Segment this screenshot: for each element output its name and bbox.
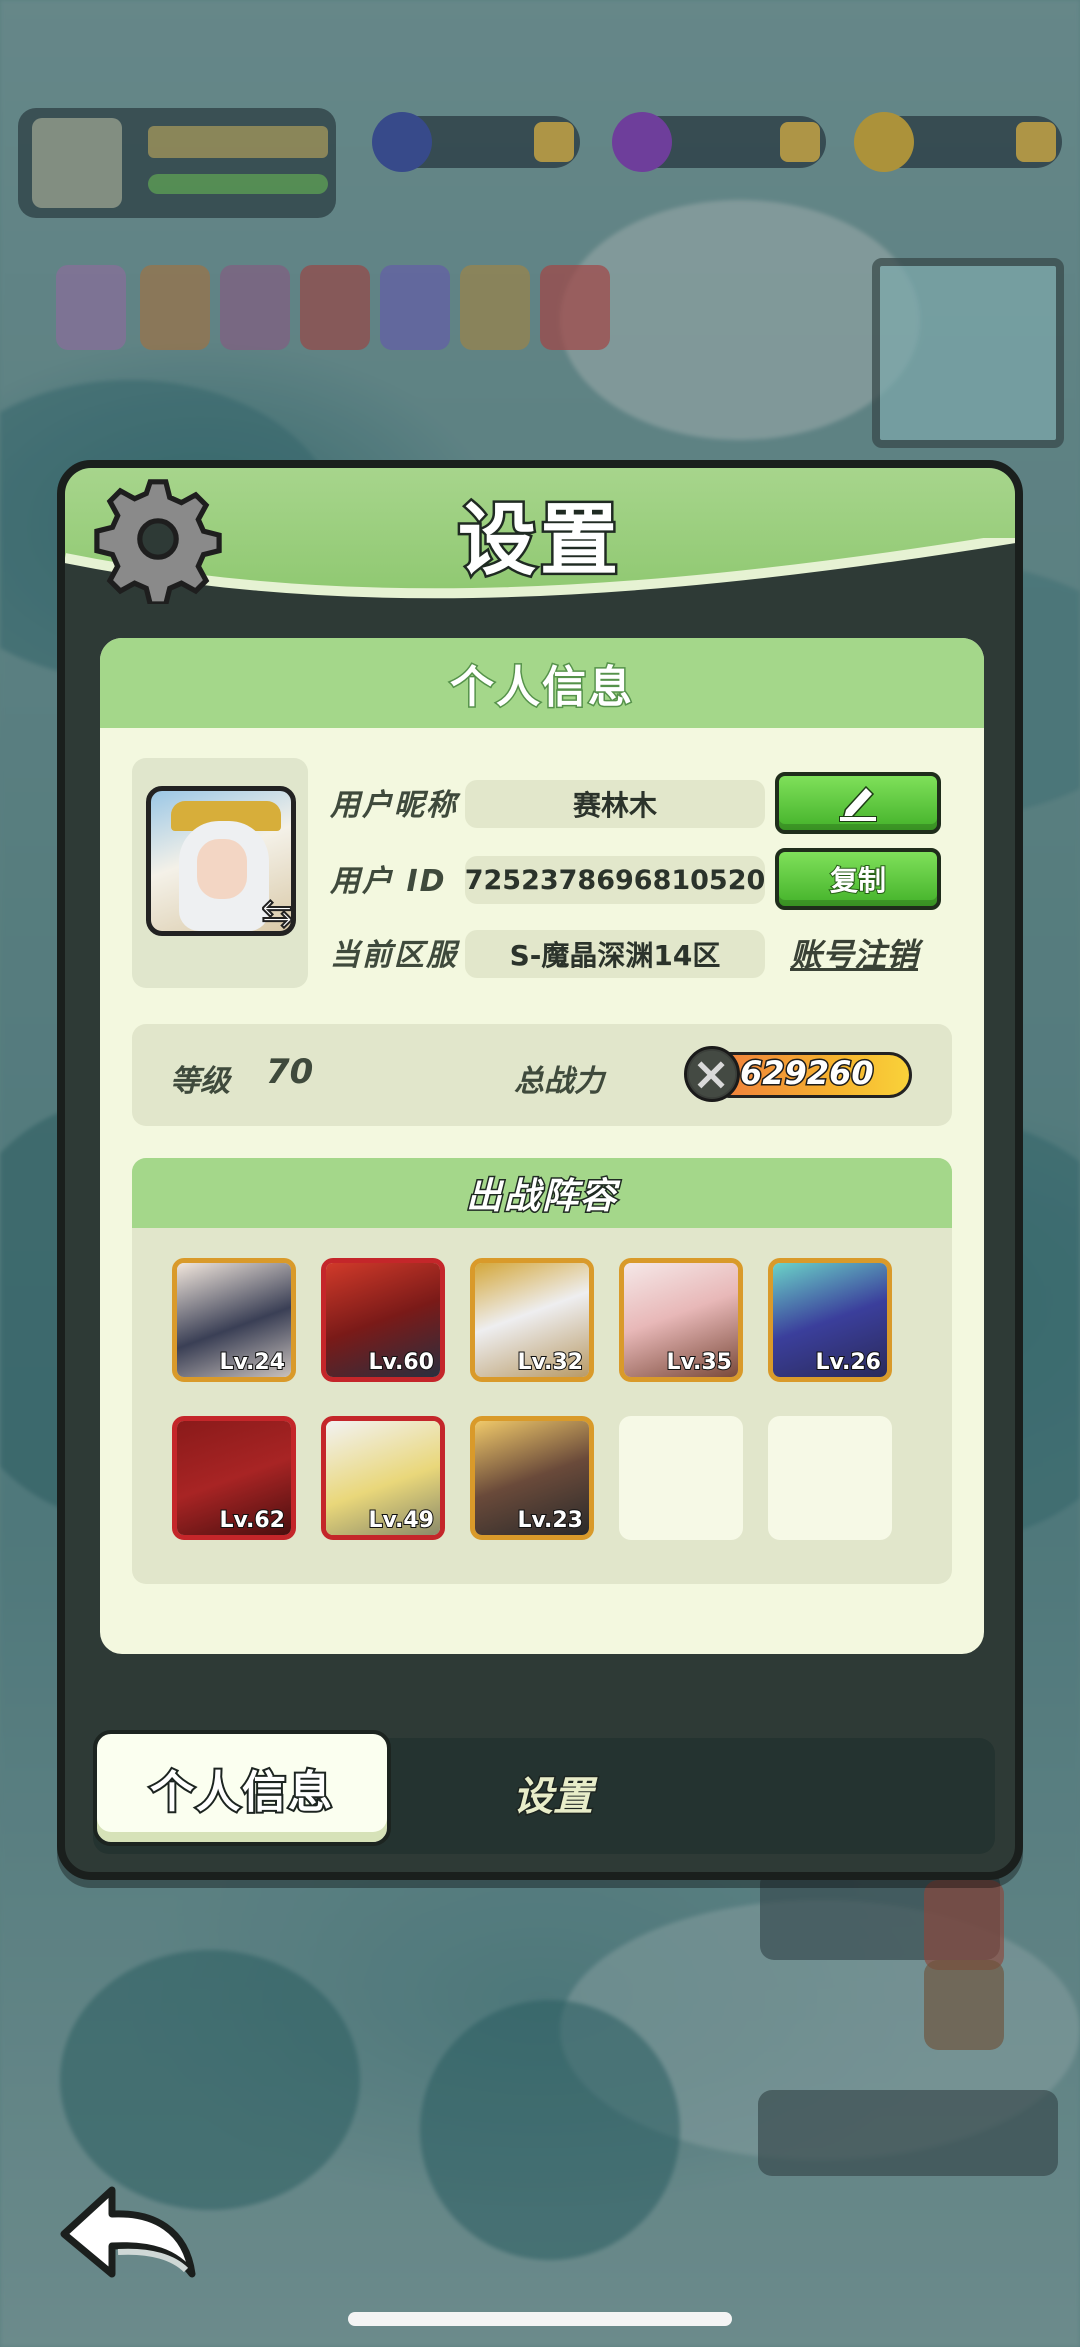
hero-slot[interactable]: Lv.26 (768, 1258, 892, 1382)
hero-level: Lv.62 (218, 1507, 286, 1534)
hero-level: Lv.60 (367, 1349, 435, 1376)
hero-level: Lv.24 (218, 1349, 286, 1376)
level-value: 70 (266, 1052, 314, 1092)
settings-panel: 设置 个人信息 ⇆ 用户昵称 赛林木 用户 ID 725237869681052 (57, 460, 1023, 1880)
swap-icon[interactable]: ⇆ (260, 890, 291, 931)
back-arrow-icon[interactable] (58, 2182, 198, 2286)
power-value: 629260 (739, 1053, 876, 1094)
server-label: 当前区服 (330, 938, 458, 973)
power-label: 总战力 (514, 1064, 604, 1099)
tab-personal-info[interactable]: 个人信息 (93, 1730, 391, 1846)
server-field: S-魔晶深渊14区 (465, 930, 765, 978)
section-title: 个人信息 (100, 638, 984, 728)
hero-slot[interactable]: Lv.60 (321, 1258, 445, 1382)
nickname-field: 赛林木 (465, 780, 765, 828)
hero-slot[interactable]: Lv.49 (321, 1416, 445, 1540)
gear-icon (94, 479, 222, 604)
hero-level: Lv.32 (516, 1349, 584, 1376)
level-label: 等级 (170, 1064, 230, 1099)
battle-lineup: 出战阵容 Lv.24 Lv.60 Lv.32 Lv.35 Lv.26 Lv.62… (132, 1158, 952, 1584)
tab-settings[interactable]: 设置 (512, 1764, 595, 1822)
hero-slot[interactable]: Lv.62 (172, 1416, 296, 1540)
avatar[interactable]: ⇆ (146, 786, 296, 936)
empty-hero-slot[interactable] (768, 1416, 892, 1540)
power-badge: 629260 (684, 1046, 916, 1102)
hero-slot[interactable]: Lv.35 (619, 1258, 743, 1382)
copy-id-button[interactable]: 复制 (775, 848, 941, 910)
empty-hero-slot[interactable] (619, 1416, 743, 1540)
user-id-field: 7252378696810520 (465, 856, 765, 904)
hero-level: Lv.35 (665, 1349, 733, 1376)
hero-slot[interactable]: Lv.23 (470, 1416, 594, 1540)
hero-slot[interactable]: Lv.24 (172, 1258, 296, 1382)
personal-info-card: 个人信息 ⇆ 用户昵称 赛林木 用户 ID 7252378696810520 复… (100, 638, 984, 1654)
hero-level: Lv.49 (367, 1507, 435, 1534)
tab-bar: 个人信息 设置 (93, 1730, 995, 1854)
pencil-icon (839, 785, 877, 822)
profile-avatar-box: ⇆ (132, 758, 308, 988)
nickname-label: 用户昵称 (330, 788, 458, 823)
user-id-label: 用户 ID (330, 864, 447, 899)
delete-account-link[interactable]: 账号注销 (790, 930, 918, 976)
avatar-art-face (197, 839, 247, 899)
hero-level: Lv.23 (516, 1507, 584, 1534)
stats-bar: 等级 70 总战力 629260 (132, 1024, 952, 1126)
home-indicator[interactable] (348, 2312, 732, 2326)
hero-level: Lv.26 (814, 1349, 882, 1376)
edit-nickname-button[interactable] (775, 772, 941, 834)
hero-slot[interactable]: Lv.32 (470, 1258, 594, 1382)
sword-icon (684, 1046, 740, 1102)
lineup-title: 出战阵容 (132, 1158, 952, 1228)
